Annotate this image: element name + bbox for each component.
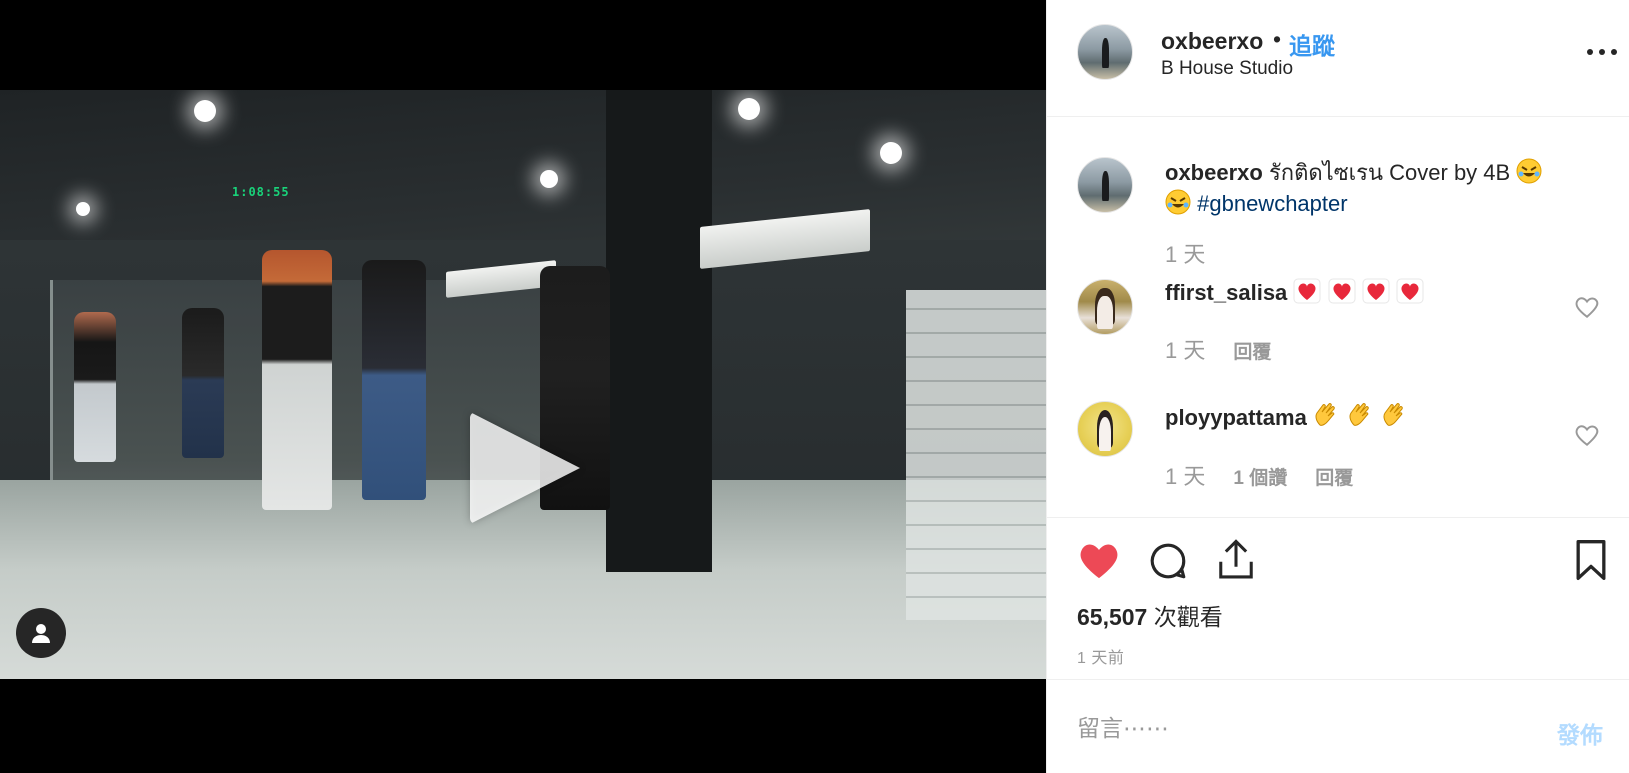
comment-time[interactable]: 1 天 <box>1165 459 1205 491</box>
post-comment-button[interactable]: 發佈 <box>1557 716 1603 750</box>
reply-button[interactable]: 回覆 <box>1233 337 1271 364</box>
comment-meta: 1 天 回覆 <box>1165 333 1271 365</box>
comment-likes-count[interactable]: 1 個讚 <box>1233 463 1287 490</box>
hashtag-link[interactable]: #gbnewchapter <box>1197 191 1347 216</box>
comment-meta: 1 天 1 個讚 回覆 <box>1165 459 1353 491</box>
person-icon <box>32 624 50 643</box>
header-username[interactable]: oxbeerxo <box>1161 28 1263 55</box>
comment: ffirst_salisa <box>1165 277 1585 308</box>
comment-bubble-icon[interactable] <box>1147 540 1189 582</box>
wall-clock: 1:08:55 <box>232 185 290 199</box>
follow-button[interactable]: 追蹤 <box>1289 27 1335 61</box>
post-timestamp[interactable]: 1 天前 <box>1077 644 1124 668</box>
play-button[interactable] <box>470 412 580 524</box>
rofl-emoji-icon <box>1516 158 1542 184</box>
views-label: 次觀看 <box>1153 604 1223 630</box>
caption-text: รักติดไซเรน Cover by 4B <box>1268 160 1511 185</box>
comment-time[interactable]: 1 天 <box>1165 333 1205 365</box>
heart-emoji-icon <box>1362 278 1390 304</box>
caption-username[interactable]: oxbeerxo <box>1165 160 1263 185</box>
share-icon[interactable] <box>1215 538 1257 582</box>
views-number: 65,507 <box>1077 604 1148 630</box>
bookmark-icon[interactable] <box>1573 538 1609 582</box>
comment-composer: 發佈 <box>1047 680 1629 773</box>
location-link[interactable]: B House Studio <box>1161 58 1293 80</box>
clapping-hands-emoji-icon <box>1315 403 1335 426</box>
post-header: oxbeerxo • 追蹤 B House Studio <box>1047 0 1629 117</box>
heart-emoji-icon <box>1328 278 1356 304</box>
comment-username[interactable]: ployypattama <box>1165 405 1307 430</box>
caption: oxbeerxo รักติดไซเรน Cover by 4B #gbnewc… <box>1165 157 1585 219</box>
action-bar: 65,507 次觀看 1 天前 <box>1047 517 1629 680</box>
rofl-emoji-icon <box>1165 189 1191 215</box>
post-media: 1:08:55 <box>0 0 1046 773</box>
like-heart-icon[interactable] <box>1077 540 1121 580</box>
comments-list: oxbeerxo รักติดไซเรน Cover by 4B #gbnewc… <box>1047 117 1629 517</box>
more-options-button[interactable] <box>1587 44 1617 60</box>
clapping-hands-emoji-icon <box>1349 403 1369 426</box>
avatar[interactable] <box>1077 157 1133 213</box>
caption-meta: 1 天 <box>1165 237 1205 269</box>
more-dot <box>1587 49 1593 55</box>
tagged-users-button[interactable] <box>16 608 66 658</box>
comment-username[interactable]: ffirst_salisa <box>1165 280 1287 305</box>
claps <box>1313 403 1409 430</box>
clapping-hands-emoji-icon <box>1383 403 1403 426</box>
heart-emoji-icon <box>1293 278 1321 304</box>
comment-like-icon[interactable] <box>1574 423 1600 447</box>
more-dot <box>1599 49 1605 55</box>
views-count[interactable]: 65,507 次觀看 <box>1077 598 1223 632</box>
comment-like-icon[interactable] <box>1574 295 1600 319</box>
reply-button[interactable]: 回覆 <box>1315 463 1353 490</box>
post-sidebar: oxbeerxo • 追蹤 B House Studio oxbeerxo รั… <box>1046 0 1629 773</box>
avatar[interactable] <box>1077 24 1133 80</box>
separator-dot: • <box>1273 26 1282 52</box>
caption-time[interactable]: 1 天 <box>1165 237 1205 269</box>
avatar[interactable] <box>1077 279 1133 335</box>
comment-input[interactable] <box>1077 712 1517 744</box>
comment: ployypattama <box>1165 401 1585 433</box>
heart-emoji-icon <box>1396 278 1424 304</box>
hearts <box>1293 278 1424 305</box>
video-player[interactable]: 1:08:55 <box>0 90 1046 679</box>
avatar[interactable] <box>1077 401 1133 457</box>
more-dot <box>1611 49 1617 55</box>
